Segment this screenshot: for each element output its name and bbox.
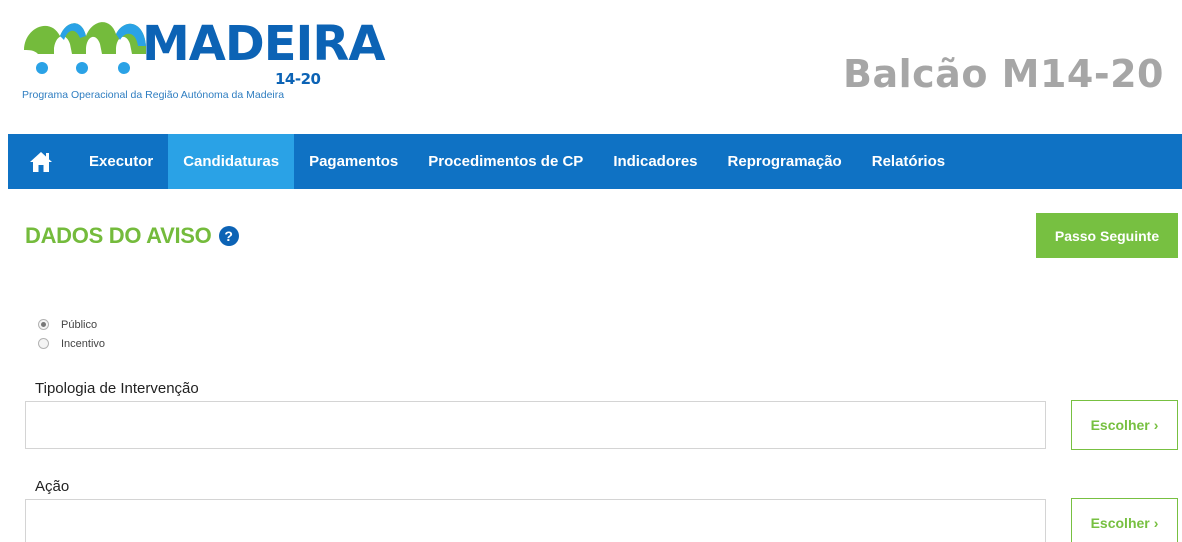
radio-label: Público <box>61 318 98 331</box>
nav-home-button[interactable] <box>8 134 74 189</box>
section-title: DADOS DO AVISO ? <box>25 223 239 249</box>
radio-option-incentivo[interactable]: Incentivo <box>38 334 105 353</box>
next-step-button[interactable]: Passo Seguinte <box>1036 213 1178 258</box>
acao-label: Ação <box>35 478 70 495</box>
radio-button[interactable] <box>38 319 49 330</box>
nav-item-reprogramacao[interactable]: Reprogramação <box>713 134 857 189</box>
radio-button[interactable] <box>38 338 49 349</box>
logo-wordmark: MADEIRA <box>142 16 386 72</box>
section-title-text: DADOS DO AVISO <box>25 223 212 248</box>
choose-button-label: Escolher <box>1090 515 1150 531</box>
chevron-right-icon: › <box>1153 515 1159 531</box>
choose-button-label: Escolher <box>1090 417 1150 433</box>
tipologia-field[interactable] <box>25 401 1046 449</box>
page-header: MADEIRA 14-20 Programa Operacional da Re… <box>0 0 1182 134</box>
nav-item-relatorios[interactable]: Relatórios <box>857 134 960 189</box>
acao-choose-button[interactable]: Escolher › <box>1071 498 1178 542</box>
chevron-right-icon: › <box>1153 417 1159 433</box>
nav-item-executor[interactable]: Executor <box>74 134 168 189</box>
help-icon[interactable]: ? <box>218 226 239 246</box>
type-radio-group: Público Incentivo <box>38 315 105 353</box>
nav-item-indicadores[interactable]: Indicadores <box>598 134 712 189</box>
nav-item-pagamentos[interactable]: Pagamentos <box>294 134 413 189</box>
logo-mark-icon <box>24 22 146 74</box>
madeira-logo[interactable]: MADEIRA 14-20 Programa Operacional da Re… <box>20 10 386 101</box>
radio-option-publico[interactable]: Público <box>38 315 105 334</box>
acao-field[interactable] <box>25 499 1046 542</box>
logo-subtitle: Programa Operacional da Região Autónoma … <box>22 89 285 101</box>
tipologia-label: Tipologia de Intervenção <box>35 380 199 397</box>
nav-item-candidaturas[interactable]: Candidaturas <box>168 134 295 189</box>
radio-label: Incentivo <box>61 337 106 350</box>
tipologia-choose-button[interactable]: Escolher › <box>1071 400 1178 450</box>
home-icon <box>30 151 52 172</box>
logo-years: 14-20 <box>275 70 321 88</box>
app-title: Balcão M14-20 <box>843 52 1164 96</box>
nav-item-procedimentos-cp[interactable]: Procedimentos de CP <box>413 134 598 189</box>
main-nav: Executor Candidaturas Pagamentos Procedi… <box>8 134 1182 189</box>
